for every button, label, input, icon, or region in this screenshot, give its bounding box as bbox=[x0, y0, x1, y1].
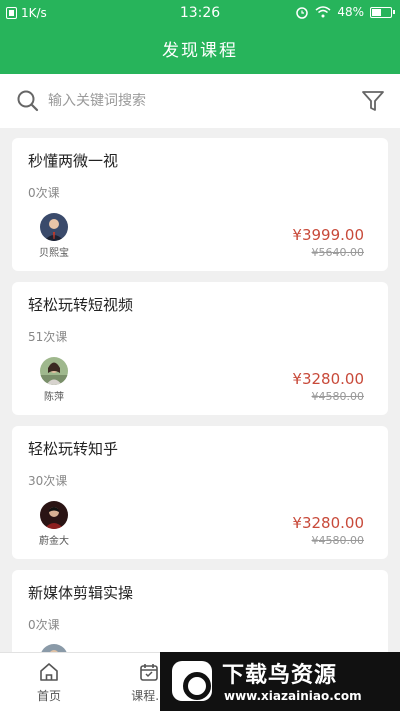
course-title: 轻松玩转知乎 bbox=[28, 440, 119, 458]
original-price: ¥4580.00 bbox=[311, 534, 365, 547]
search-input[interactable] bbox=[48, 86, 338, 116]
course-title: 秒懂两微一视 bbox=[28, 152, 119, 170]
course-card[interactable]: 轻松玩转知乎 30次课 蔚金大 ¥3280.00 ¥4580.00 bbox=[12, 426, 388, 559]
teacher-name: 陈萍 bbox=[44, 392, 64, 403]
watermark-title: 下载鸟资源 bbox=[222, 663, 338, 688]
lesson-count: 0次课 bbox=[28, 186, 60, 200]
course-title: 轻松玩转短视频 bbox=[28, 296, 134, 314]
course-card[interactable]: 轻松玩转短视频 51次课 陈萍 ¥3280.00 ¥4580.00 bbox=[12, 282, 388, 415]
teacher-avatar bbox=[40, 357, 68, 385]
original-price: ¥5640.00 bbox=[311, 246, 365, 259]
tab-home[interactable]: 首页 bbox=[14, 661, 84, 704]
price: ¥3280.00 bbox=[292, 370, 364, 388]
filter-icon[interactable] bbox=[360, 88, 386, 114]
page-title: 发现课程 bbox=[0, 28, 400, 74]
watermark-logo-icon bbox=[172, 661, 212, 701]
alarm-icon bbox=[296, 7, 309, 19]
course-title: 新媒体剪辑实操 bbox=[28, 584, 134, 602]
teacher-name: 贝熙宝 bbox=[39, 248, 69, 259]
watermark-banner: 下载鸟资源 www.xiazainiao.com bbox=[160, 652, 400, 711]
wifi-icon bbox=[315, 6, 331, 18]
battery-percent: 48% bbox=[337, 5, 364, 19]
price: ¥3280.00 bbox=[292, 514, 364, 532]
tab-label-home: 首页 bbox=[36, 689, 61, 703]
teacher-avatar bbox=[40, 213, 68, 241]
search-bar bbox=[0, 74, 400, 128]
calendar-icon bbox=[140, 664, 158, 681]
teacher-avatar bbox=[40, 501, 68, 529]
status-right: 48% bbox=[295, 5, 395, 19]
battery-icon bbox=[370, 6, 395, 18]
price: ¥3999.00 bbox=[292, 226, 364, 244]
course-card[interactable]: 秒懂两微一视 0次课 贝熙宝 ¥3999.00 ¥5640.00 bbox=[12, 138, 388, 271]
lesson-count: 0次课 bbox=[28, 618, 60, 632]
teacher-name: 蔚金大 bbox=[39, 536, 69, 547]
status-bar: 1K/s 13:26 48% bbox=[0, 0, 400, 28]
lesson-count: 51次课 bbox=[28, 330, 68, 344]
watermark-url: www.xiazainiao.com bbox=[224, 689, 362, 703]
search-icon[interactable] bbox=[16, 89, 40, 113]
original-price: ¥4580.00 bbox=[311, 390, 365, 403]
home-icon bbox=[40, 663, 58, 681]
lesson-count: 30次课 bbox=[28, 474, 68, 488]
